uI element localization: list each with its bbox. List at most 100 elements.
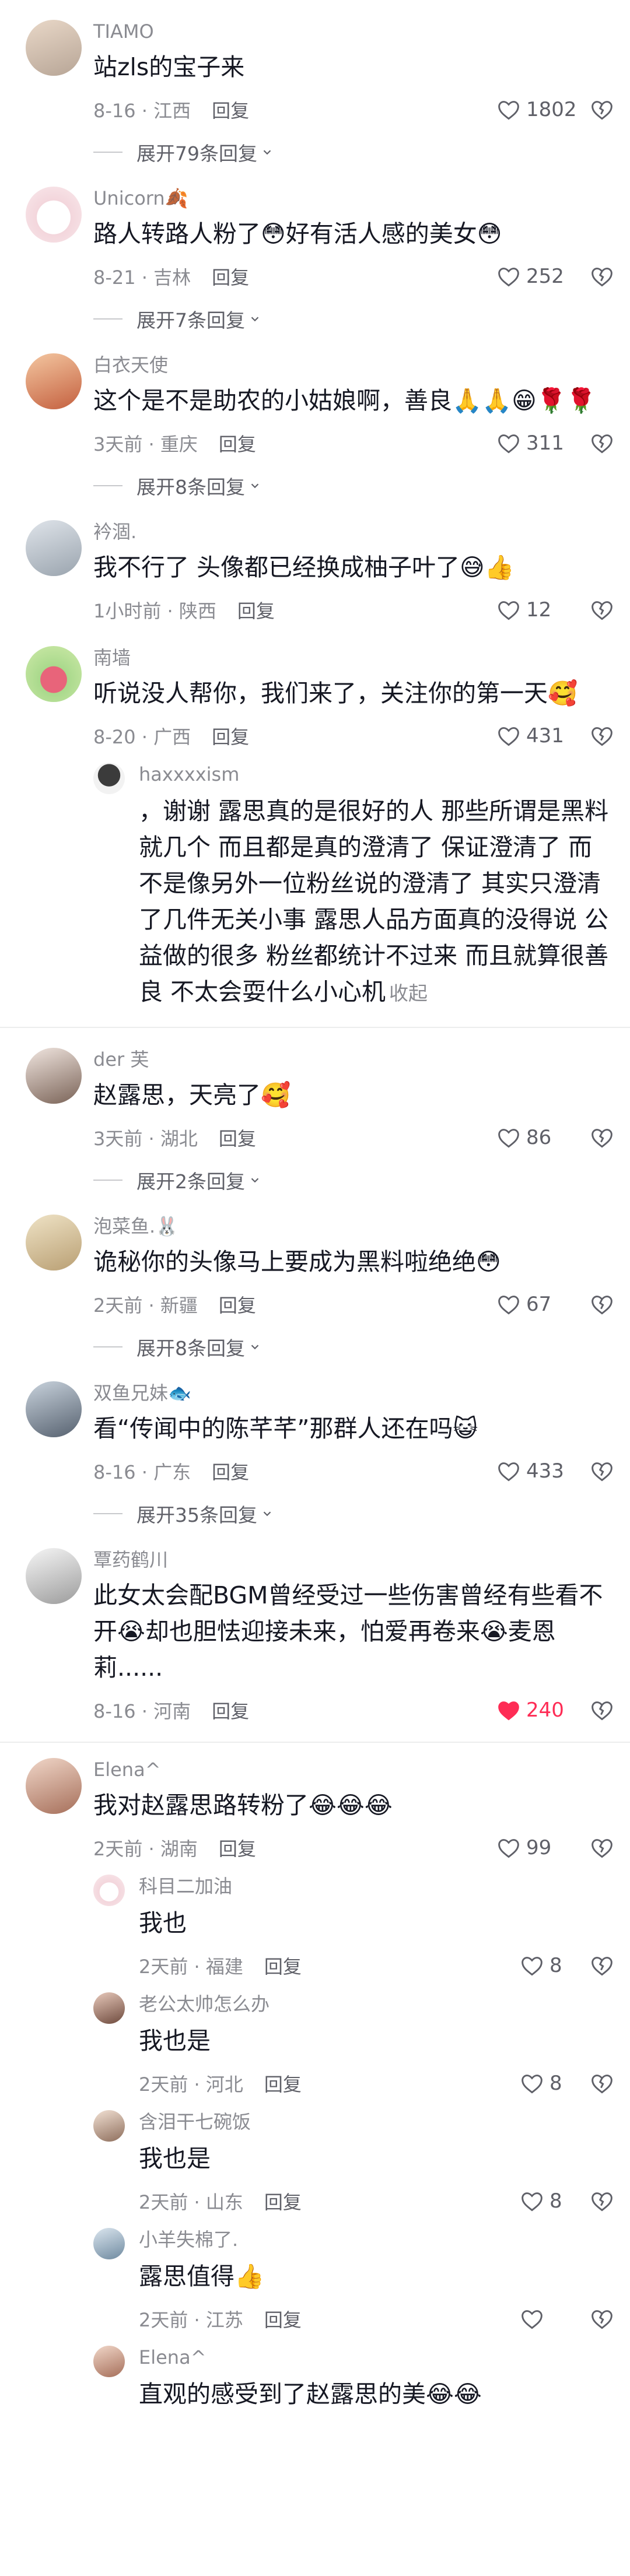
dislike-button[interactable]: [579, 599, 614, 620]
comment-date-location: 2天前 · 湖南: [93, 1838, 198, 1860]
dislike-button[interactable]: [579, 1955, 614, 1976]
avatar[interactable]: [93, 1875, 125, 1906]
reply-button[interactable]: 回复: [212, 96, 249, 123]
dislike-button[interactable]: [579, 1127, 614, 1148]
like-button[interactable]: 433: [497, 1459, 579, 1483]
comment-date-location: 1小时前 · 陕西: [93, 600, 216, 622]
like-button[interactable]: 99: [497, 1836, 579, 1859]
like-button[interactable]: 240: [497, 1698, 579, 1722]
comment-text: 我也是: [139, 2145, 211, 2173]
like-button[interactable]: [520, 2308, 579, 2329]
expand-replies-button[interactable]: 展开79条回复: [93, 138, 614, 167]
reply-button[interactable]: 回复: [212, 722, 249, 749]
like-button[interactable]: 86: [497, 1126, 579, 1149]
reply-button[interactable]: 回复: [237, 596, 275, 623]
comment-author[interactable]: 老公太帅怎么办: [139, 1992, 614, 2016]
expand-replies-button[interactable]: 展开7条回复: [93, 304, 614, 334]
avatar[interactable]: [26, 520, 82, 576]
avatar[interactable]: [93, 763, 125, 794]
heart-icon: [498, 601, 519, 620]
comment-item: 双鱼兄妹🐟 看“传闻中的陈芊芊”那群人还在吗😺 8-16 · 广东 回复 433: [0, 1361, 630, 1528]
divider-line: [93, 485, 123, 486]
comment-author[interactable]: 南墙: [93, 646, 614, 669]
avatar[interactable]: [26, 1215, 82, 1271]
like-button[interactable]: 67: [497, 1293, 579, 1316]
reply-button[interactable]: 回复: [219, 1291, 256, 1318]
comment-author[interactable]: 科目二加油: [139, 1875, 614, 1898]
heart-filled-icon: [498, 1701, 519, 1721]
like-button[interactable]: 8: [520, 2072, 579, 2095]
avatar[interactable]: [26, 1381, 82, 1437]
comment-author[interactable]: 含泪干七碗饭: [139, 2110, 614, 2133]
avatar[interactable]: [26, 187, 82, 243]
comment-author[interactable]: 覃药鹤川: [93, 1548, 614, 1571]
comment-author[interactable]: 双鱼兄妹🐟: [93, 1381, 614, 1405]
like-button[interactable]: 311: [497, 431, 579, 455]
dislike-button[interactable]: [579, 1837, 614, 1858]
comment-author[interactable]: 泡菜鱼.🐰: [93, 1215, 614, 1238]
comment-author[interactable]: der 芙: [93, 1048, 614, 1071]
dislike-button[interactable]: [579, 1461, 614, 1482]
like-button[interactable]: 1802: [497, 98, 579, 121]
reply-button[interactable]: 回复: [219, 1124, 256, 1151]
dislike-button[interactable]: [579, 433, 614, 454]
broken-heart-icon: [592, 1296, 612, 1315]
avatar[interactable]: [26, 1758, 82, 1814]
avatar[interactable]: [93, 1992, 125, 2024]
dislike-button[interactable]: [579, 1294, 614, 1315]
comment-text-content: ，谢谢 露思真的是很好的人 那些所谓是黑料就几个 而且都是真的澄清了 保证澄清了…: [139, 797, 609, 1006]
avatar[interactable]: [26, 646, 82, 702]
comment-author[interactable]: 小羊失棉了.: [139, 2228, 614, 2251]
expand-replies-button[interactable]: 展开8条回复: [93, 471, 614, 500]
comment-author[interactable]: 衿涸.: [93, 520, 614, 543]
comment-author[interactable]: Elena^: [139, 2346, 614, 2369]
like-button[interactable]: 431: [497, 724, 579, 747]
expand-replies-button[interactable]: 展开2条回复: [93, 1166, 614, 1195]
reply-button[interactable]: 回复: [212, 1458, 249, 1484]
reply-button[interactable]: 回复: [264, 1952, 302, 1979]
reply-button[interactable]: 回复: [264, 2188, 302, 2214]
reply-button[interactable]: 回复: [264, 2305, 302, 2332]
reply-button[interactable]: 回复: [219, 1834, 256, 1861]
avatar[interactable]: [26, 353, 82, 409]
avatar[interactable]: [93, 2228, 125, 2259]
comment-author[interactable]: Elena^: [93, 1758, 614, 1781]
like-button[interactable]: 12: [497, 598, 579, 622]
reply-button[interactable]: 回复: [219, 430, 256, 457]
expand-replies-button[interactable]: 展开8条回复: [93, 1332, 614, 1361]
comment-text: ，谢谢 露思真的是很好的人 那些所谓是黑料就几个 而且都是真的澄清了 保证澄清了…: [139, 793, 614, 1012]
comment-author[interactable]: Unicorn🍂: [93, 187, 614, 210]
dislike-button[interactable]: [579, 2191, 614, 2212]
dislike-button[interactable]: [579, 2073, 614, 2094]
like-button[interactable]: 8: [520, 2189, 579, 2213]
like-button[interactable]: 8: [520, 1954, 579, 1977]
dislike-button[interactable]: [579, 725, 614, 746]
avatar[interactable]: [93, 2346, 125, 2377]
dislike-button[interactable]: [579, 1700, 614, 1721]
like-count: 67: [526, 1293, 552, 1316]
comment-author[interactable]: haxxxxism: [139, 763, 614, 786]
divider-line: [93, 1513, 123, 1514]
dislike-button[interactable]: [579, 2308, 614, 2329]
dislike-button[interactable]: [579, 99, 614, 120]
collapse-button[interactable]: 收起: [389, 982, 428, 1005]
broken-heart-icon: [592, 2075, 612, 2094]
chevron-down-icon: [251, 1345, 259, 1350]
reply-button[interactable]: 回复: [264, 2070, 302, 2097]
like-button[interactable]: 252: [497, 265, 579, 288]
expand-replies-button[interactable]: 展开35条回复: [93, 1499, 614, 1528]
avatar[interactable]: [93, 2110, 125, 2142]
comment-date-location: 2天前 · 河北: [139, 2073, 243, 2096]
dislike-button[interactable]: [579, 266, 614, 287]
comment-date-location: 8-16 · 江西: [93, 100, 191, 122]
reply-button[interactable]: 回复: [212, 1697, 249, 1724]
reply-button[interactable]: 回复: [212, 263, 249, 290]
avatar[interactable]: [26, 1548, 82, 1604]
avatar[interactable]: [26, 20, 82, 76]
like-count: 433: [526, 1459, 564, 1483]
expand-label: 展开35条回复: [136, 1504, 257, 1526]
heart-icon: [498, 727, 519, 746]
comment-author[interactable]: TIAMO: [93, 20, 614, 43]
avatar[interactable]: [26, 1048, 82, 1104]
comment-author[interactable]: 白衣天使: [93, 353, 614, 377]
